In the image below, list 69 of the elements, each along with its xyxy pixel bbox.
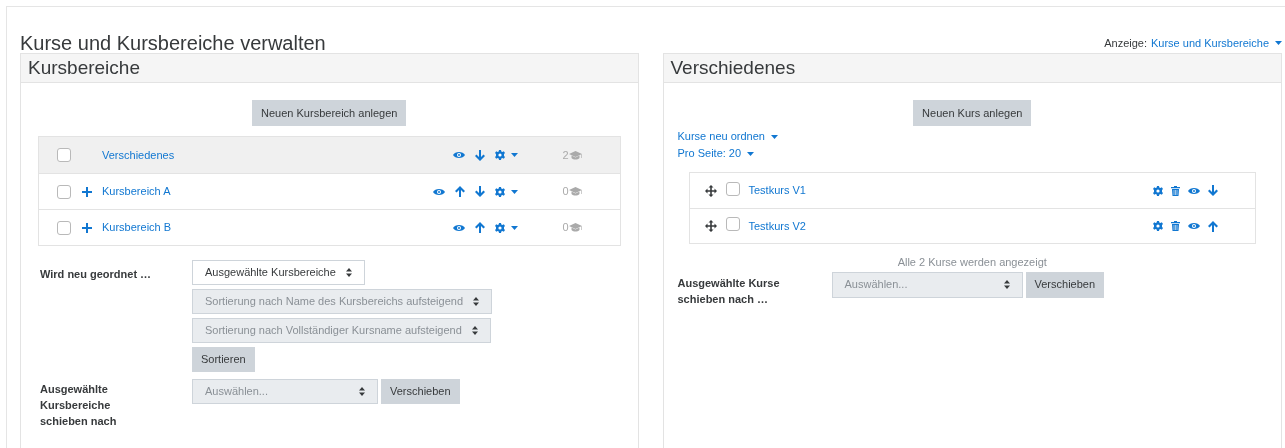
up-arrow-icon[interactable] (474, 222, 485, 233)
view-label: Anzeige: (1104, 35, 1147, 51)
move-handle-icon[interactable] (704, 184, 717, 197)
category-link[interactable]: Verschiedenes (102, 146, 453, 164)
create-category-button[interactable]: Neuen Kursbereich anlegen (252, 100, 407, 126)
settings-icon[interactable] (1153, 185, 1163, 196)
eye-icon[interactable] (1188, 222, 1200, 230)
up-arrow-icon[interactable] (1208, 220, 1218, 232)
eye-icon[interactable] (1188, 186, 1200, 195)
panel-title: Kursbereiche (28, 55, 140, 80)
form-label: Wird neu geordnet … (40, 267, 153, 282)
course-count: 2 (562, 147, 569, 163)
course-link[interactable]: Testkurs V2 (748, 217, 1153, 235)
per-page-menu[interactable]: Pro Seite: 20 (677, 145, 755, 162)
checkbox[interactable] (725, 181, 740, 196)
settings-icon[interactable] (494, 186, 505, 197)
course-count: 0 (562, 220, 569, 236)
settings-icon[interactable] (494, 150, 505, 160)
category-link[interactable]: Kursbereich B (102, 219, 453, 236)
graduation-cap-icon (568, 223, 582, 232)
expand-plus-icon[interactable] (82, 222, 92, 233)
select-arrows-icon (473, 297, 480, 306)
view-menu-link[interactable]: Kurse und Kursbereiche (1151, 34, 1282, 51)
caret-icon (1275, 40, 1282, 45)
caret-icon (510, 189, 518, 194)
category-row[interactable]: Verschiedenes 2 (39, 137, 620, 173)
down-arrow-icon[interactable] (474, 149, 485, 161)
caret-icon (510, 225, 518, 230)
sort-button[interactable]: Sortieren (192, 347, 255, 372)
checkbox[interactable] (57, 220, 71, 235)
eye-icon[interactable] (452, 151, 465, 159)
category-link[interactable]: Kursbereich A (102, 183, 433, 200)
eye-icon[interactable] (452, 223, 465, 232)
page-title: Kurse und Kursbereiche verwalten (20, 33, 326, 53)
course-count: 0 (562, 184, 569, 200)
checkbox[interactable] (57, 184, 71, 199)
settings-icon[interactable] (494, 222, 505, 233)
move-button[interactable]: Verschieben (381, 379, 460, 404)
form-label: Ausgewählte Kurse schieben nach … (677, 275, 781, 307)
courses-summary: Alle 2 Kurse werden angezeigt (897, 255, 1047, 270)
select-arrows-icon (345, 268, 352, 277)
move-button[interactable]: Verschieben (1025, 271, 1105, 298)
select-field[interactable]: Auswählen... (831, 271, 1023, 298)
panel-title: Verschiedenes (670, 55, 796, 80)
down-arrow-icon[interactable] (474, 186, 485, 197)
trash-icon[interactable] (1171, 221, 1180, 231)
expand-plus-icon[interactable] (82, 186, 92, 197)
eye-icon[interactable] (432, 187, 445, 196)
select-arrows-icon (471, 326, 478, 335)
course-link[interactable]: Testkurs V1 (748, 182, 1153, 199)
down-arrow-icon[interactable] (1208, 185, 1218, 196)
graduation-cap-icon (568, 187, 582, 196)
caret-icon (770, 134, 778, 139)
caret-icon (747, 151, 755, 156)
select-arrows-icon (359, 387, 365, 396)
sort-courses-menu[interactable]: Kurse neu ordnen (677, 128, 778, 145)
graduation-cap-icon (568, 150, 582, 160)
select-arrows-icon (1003, 280, 1010, 289)
checkbox[interactable] (57, 148, 71, 162)
select-field[interactable]: Ausgewählte Kursbereiche (192, 260, 365, 285)
form-label: Ausgewählte Kursbereiche schieben nach (40, 382, 118, 429)
checkbox[interactable] (725, 217, 740, 231)
settings-icon[interactable] (1153, 221, 1163, 231)
move-handle-icon[interactable] (704, 220, 717, 232)
up-arrow-icon[interactable] (454, 186, 465, 197)
select-field[interactable]: Auswählen... (192, 379, 378, 404)
caret-icon (510, 153, 518, 157)
create-course-button[interactable]: Neuen Kurs anlegen (913, 100, 1032, 126)
trash-icon[interactable] (1171, 185, 1180, 196)
